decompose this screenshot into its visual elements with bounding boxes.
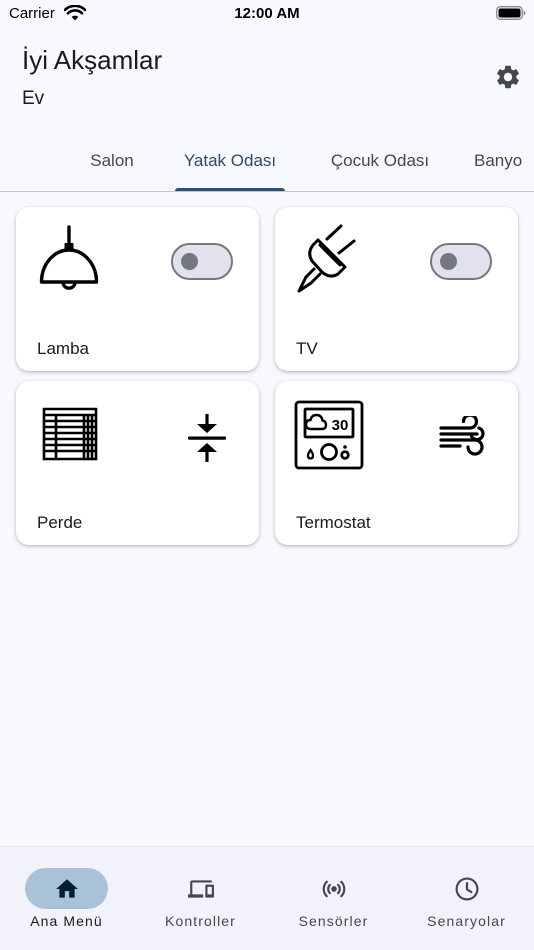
greeting-title: İyi Akşamlar xyxy=(22,45,163,75)
device-card-termostat[interactable]: 30 Termostat xyxy=(275,381,518,545)
status-time: 12:00 AM xyxy=(234,5,300,22)
tab-label: Çocuk Odası xyxy=(330,150,430,170)
tab-cocuk-odasi[interactable]: Çocuk Odası xyxy=(318,130,442,191)
nav-ana-menu[interactable]: Ana Menü xyxy=(0,847,133,950)
device-card-tv[interactable]: TV xyxy=(275,207,518,371)
nav-senaryolar[interactable]: Senaryolar xyxy=(400,847,533,950)
app-screen: Carrier 12:00 AM İyi Akşamlar Ev Salon Y… xyxy=(0,0,534,950)
tab-label: Salon xyxy=(90,150,134,170)
toggle-knob xyxy=(181,253,198,270)
thermostat-display-value: 30 xyxy=(332,417,349,434)
nav-label: Ana Menü xyxy=(30,913,103,929)
sensors-icon xyxy=(322,880,346,898)
tab-label: Yatak Odası xyxy=(183,150,277,170)
device-card-perde[interactable]: Perde xyxy=(16,381,259,545)
room-tabs: Salon Yatak Odası Çocuk Odası Banyo xyxy=(0,130,534,192)
device-label: TV xyxy=(296,339,318,358)
nav-sensorler[interactable]: Sensörler xyxy=(267,847,400,950)
home-icon xyxy=(56,879,78,898)
compress-icon[interactable] xyxy=(187,412,227,464)
nav-label: Kontroller xyxy=(165,913,236,929)
tv-toggle[interactable] xyxy=(430,243,492,280)
thermostat-icon: 30 xyxy=(294,400,364,470)
active-tab-indicator xyxy=(175,188,285,191)
nav-kontroller[interactable]: Kontroller xyxy=(134,847,267,950)
ceiling-lamp-icon xyxy=(39,225,99,290)
devices-icon xyxy=(188,880,214,898)
lamba-toggle[interactable] xyxy=(171,243,233,280)
tab-yatak-odasi[interactable]: Yatak Odası xyxy=(175,130,285,191)
device-label: Perde xyxy=(37,513,83,532)
clock-icon xyxy=(455,877,479,901)
device-label: Termostat xyxy=(296,513,371,532)
window-blinds-icon xyxy=(42,407,98,461)
tab-banyo[interactable]: Banyo xyxy=(474,130,534,191)
status-bar: Carrier 12:00 AM xyxy=(0,0,534,28)
nav-label: Sensörler xyxy=(298,913,369,929)
power-plug-icon xyxy=(297,224,356,293)
battery-icon xyxy=(496,6,526,20)
gear-icon[interactable] xyxy=(494,63,522,91)
wind-icon[interactable] xyxy=(439,416,489,456)
tab-label: Banyo xyxy=(474,150,523,170)
bottom-navigation: Ana Menü Kontroller Sensörler Senaryolar xyxy=(0,846,534,950)
home-name: Ev xyxy=(22,88,45,109)
nav-label: Senaryolar xyxy=(427,913,506,929)
tab-salon[interactable]: Salon xyxy=(80,130,144,191)
device-card-lamba[interactable]: Lamba xyxy=(16,207,259,371)
device-label: Lamba xyxy=(37,339,89,358)
toggle-knob xyxy=(440,253,457,270)
